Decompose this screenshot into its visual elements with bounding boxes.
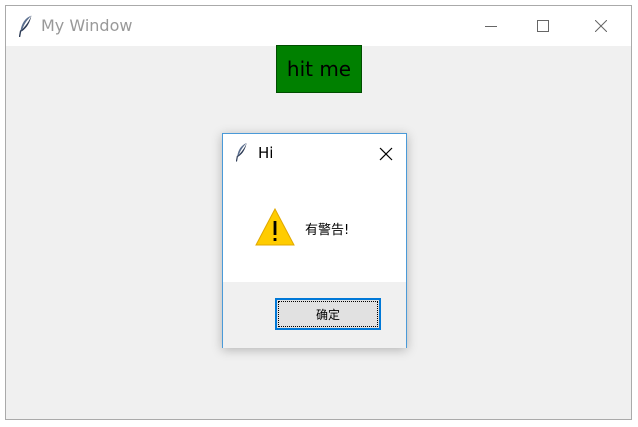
window-titlebar[interactable]: My Window (6, 6, 631, 46)
dialog-message: 有警告! (305, 223, 350, 238)
dialog-title: Hi (258, 144, 274, 162)
dialog-close-button[interactable] (378, 146, 394, 162)
ok-button-label: 确定 (315, 307, 340, 322)
maximize-icon (537, 20, 549, 32)
message-dialog: Hi 有警告! 确定 (222, 133, 407, 348)
maximize-button[interactable] (520, 6, 566, 46)
minimize-button[interactable] (468, 6, 514, 46)
warning-icon (255, 207, 295, 247)
close-button[interactable] (578, 6, 624, 46)
window-title: My Window (41, 16, 133, 35)
dialog-titlebar[interactable]: Hi (223, 134, 406, 172)
close-icon (379, 147, 393, 161)
minimize-icon (485, 26, 497, 27)
hit-me-button[interactable]: hit me (276, 45, 362, 93)
close-icon (595, 20, 607, 32)
feather-icon (235, 142, 248, 162)
dialog-footer: 确定 (223, 282, 406, 348)
feather-icon (18, 15, 33, 38)
ok-button[interactable]: 确定 (275, 298, 381, 330)
hit-me-label: hit me (286, 57, 352, 81)
